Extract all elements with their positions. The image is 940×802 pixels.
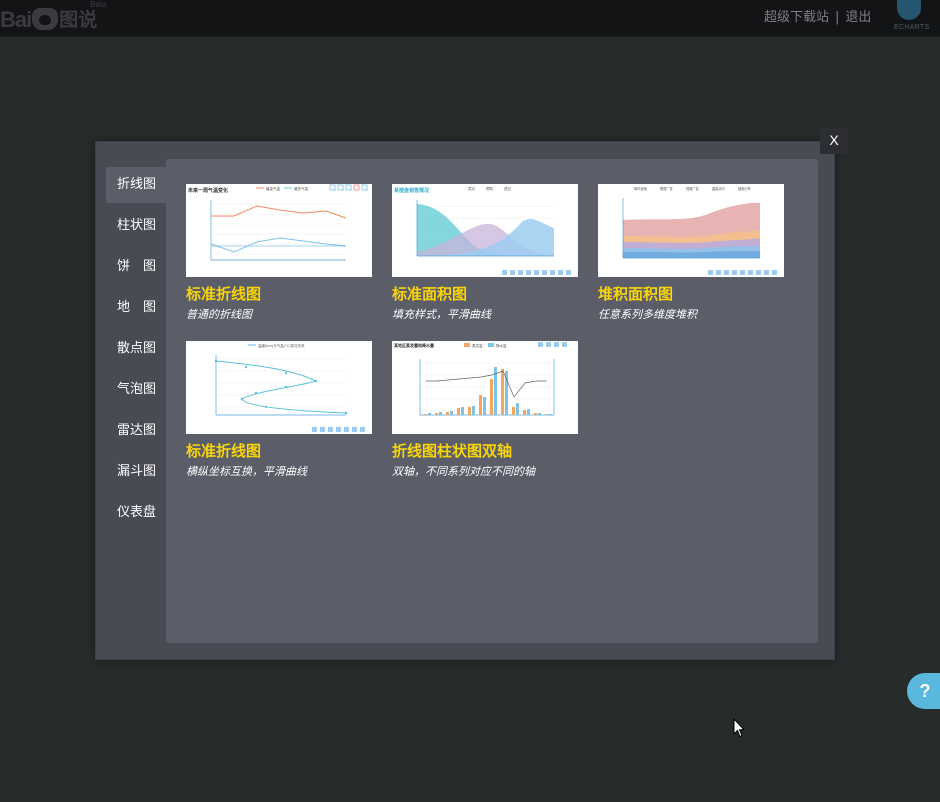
toolbox-icon [329,184,336,191]
toolbox-icon [312,427,317,432]
thumb-legend: 最高气温 [266,186,280,191]
toolbox-icon [352,427,357,432]
chart-card[interactable]: 未来一周气温变化 最高气温 最低气温 标准折线图 普通的折线图 [186,184,372,321]
toolbox-icon [716,270,721,275]
toolbox-icon [708,270,713,275]
chart-thumbnail[interactable]: 未来一周气温变化 最高气温 最低气温 [186,184,372,277]
sidebar-item-gauge[interactable]: 仪表盘 [106,495,166,536]
chart-card[interactable]: 某地区蒸发量和降水量 蒸发量 降水量 折线图柱状图双轴 双轴，不同系列对应不同的… [392,341,578,478]
sidebar-item-bubble[interactable]: 气泡图 [106,372,166,413]
sidebar-item-pie[interactable]: 饼 图 [106,249,166,290]
toolbox-icon [336,427,341,432]
thumb-legend: 最低气温 [294,186,308,191]
thumb-title: 某地区蒸发量和降水量 [394,342,434,348]
thumb-legend: 邮件营销 [634,186,648,191]
echarts-logo[interactable]: ECHARTS [892,0,930,36]
toolbox-icon [542,270,547,275]
toolbox-icon [554,342,559,347]
toolbox-icon [558,270,563,275]
toolbox-icon [764,270,769,275]
thumb-legend: 视频广告 [686,186,699,191]
toolbox-icon [502,270,507,275]
download-link[interactable]: 超级下载站 [764,10,829,26]
toolbox-icon [562,342,567,347]
chart-type-sidebar: 折线图 柱状图 饼 图 地 图 散点图 气泡图 雷达图 漏斗图 仪表盘 [106,167,166,536]
paw-icon [32,8,59,30]
toolbox-icon [361,184,368,191]
echarts-logo-text: ECHARTS [894,24,930,31]
chart-thumbnail[interactable]: 某地区蒸发量和降水量 蒸发量 降水量 [392,341,578,434]
chart-thumbnail[interactable]: 某楼盘销售情况 意向 预购 成交 [392,184,578,277]
toolbox-icon [353,184,360,191]
card-description: 横纵坐标互换，平滑曲线 [186,465,307,478]
thumb-legend: 搜索引擎 [738,186,752,191]
thumb-title: 某楼盘销售情况 [393,187,429,194]
card-description: 填充样式，平滑曲线 [392,308,491,321]
thumb-legend: 高度(km)与气温(°C)变化关系 [258,343,305,348]
baidu-tushuo-logo[interactable]: Bai 图说 Beta [0,0,106,33]
logout-link[interactable]: 退出 [845,10,871,26]
echarts-logo-icon [897,0,921,20]
sidebar-item-line[interactable]: 折线图 [106,167,166,203]
chart-gallery: 未来一周气温变化 最高气温 最低气温 标准折线图 普通的折线图 某楼盘销售情况 … [166,159,818,643]
thumb-legend: 成交 [504,186,512,191]
sidebar-item-radar[interactable]: 雷达图 [106,413,166,454]
toolbox-icon [320,427,325,432]
chart-card[interactable]: 某楼盘销售情况 意向 预购 成交 标准面积图 填充样式，平滑曲线 [392,184,578,321]
toolbox-icon [534,270,539,275]
chart-thumbnail[interactable]: 邮件营销 联盟广告 视频广告 直接访问 搜索引擎 [598,184,784,277]
sidebar-item-map[interactable]: 地 图 [106,290,166,331]
toolbox-icon [756,270,761,275]
thumb-legend: 蒸发量 [472,343,483,348]
chart-card[interactable]: 邮件营销 联盟广告 视频广告 直接访问 搜索引擎 堆积面积图 任意系列多维度堆积 [598,184,784,321]
toolbox-icon [546,342,551,347]
card-description: 双轴，不同系列对应不同的轴 [392,465,535,478]
toolbox-icon [724,270,729,275]
card-description: 任意系列多维度堆积 [598,308,697,321]
sidebar-item-funnel[interactable]: 漏斗图 [106,454,166,495]
toolbox-icon [566,270,571,275]
toolbox-icon [732,270,737,275]
chart-card[interactable]: 高度(km)与气温(°C)变化关系 标准折线图 横纵坐标互换，平滑曲线 [186,341,372,478]
toolbox-icon [344,427,349,432]
thumb-legend: 预购 [486,186,494,191]
toolbox-icon [328,427,333,432]
thumb-legend: 意向 [468,186,476,191]
card-title[interactable]: 折线图柱状图双轴 [392,442,578,460]
card-title[interactable]: 标准折线图 [186,442,372,460]
thumb-title: 未来一周气温变化 [187,187,228,194]
toolbox-icon [550,270,555,275]
thumb-legend: 联盟广告 [660,186,673,191]
chart-type-modal: 折线图 柱状图 饼 图 地 图 散点图 气泡图 雷达图 漏斗图 仪表盘 未来一周… [95,141,835,660]
toolbox-icon [510,270,515,275]
logo-bai-text: Bai [0,7,32,32]
link-separator: | [835,10,840,25]
toolbox-icon [360,427,365,432]
card-title[interactable]: 标准折线图 [186,285,372,303]
toolbox-icon [526,270,531,275]
card-description: 普通的折线图 [186,308,252,321]
logo-tushuo-text: 图说 [59,9,98,31]
toolbox-icon [748,270,753,275]
thumb-legend: 直接访问 [712,186,725,191]
sidebar-item-bar[interactable]: 柱状图 [106,208,166,249]
card-title[interactable]: 堆积面积图 [598,285,784,303]
help-button[interactable]: ? [907,673,940,709]
logo-beta-text: Beta [90,0,107,9]
chart-thumbnail[interactable]: 高度(km)与气温(°C)变化关系 [186,341,372,434]
thumb-legend: 降水量 [496,343,507,348]
mouse-cursor-icon [733,718,745,738]
sidebar-item-scatter[interactable]: 散点图 [106,331,166,372]
toolbox-icon [345,184,352,191]
toolbox-icon [772,270,777,275]
modal-close-button[interactable]: X [820,128,848,154]
toolbox-icon [740,270,745,275]
toolbox-icon [337,184,344,191]
top-links: 超级下载站 | 退出 [764,10,871,26]
toolbox-icon [538,342,543,347]
card-title[interactable]: 标准面积图 [392,285,578,303]
top-bar: Bai 图说 Beta 超级下载站 | 退出 ECHARTS [0,0,940,37]
toolbox-icon [518,270,523,275]
